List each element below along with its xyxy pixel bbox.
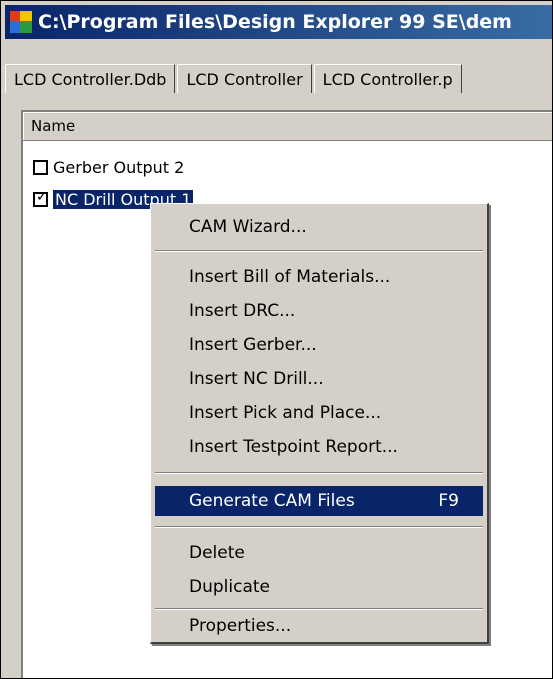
menu-item-insert-bom[interactable]: Insert Bill of Materials... xyxy=(155,262,483,292)
menu-item-label: Properties... xyxy=(189,616,292,636)
context-menu: CAM Wizard... Insert Bill of Materials..… xyxy=(150,203,489,644)
app-logo-icon xyxy=(10,11,32,33)
menu-item-cam-wizard[interactable]: CAM Wizard... xyxy=(155,212,483,242)
document-tabs: LCD Controller.Ddb LCD Controller LCD Co… xyxy=(5,64,550,94)
menu-item-label: Insert Testpoint Report... xyxy=(189,437,398,457)
menu-item-label: Insert NC Drill... xyxy=(189,369,324,389)
menu-item-insert-gerber[interactable]: Insert Gerber... xyxy=(155,330,483,360)
menu-item-insert-pick-and-place[interactable]: Insert Pick and Place... xyxy=(155,398,483,428)
title-bar[interactable]: C:\Program Files\Design Explorer 99 SE\d… xyxy=(5,5,552,39)
menu-item-insert-testpoint-report[interactable]: Insert Testpoint Report... xyxy=(155,432,483,462)
list-item-gerber-output[interactable]: Gerber Output 2 xyxy=(33,156,184,178)
menu-item-insert-nc-drill[interactable]: Insert NC Drill... xyxy=(155,364,483,394)
menu-item-shortcut: F9 xyxy=(438,491,459,511)
menu-item-label: Insert DRC... xyxy=(189,301,296,321)
menu-item-label: Insert Pick and Place... xyxy=(189,403,382,423)
list-item-label: Gerber Output 2 xyxy=(53,157,185,177)
menu-item-label: CAM Wizard... xyxy=(189,217,307,237)
name-column-header[interactable]: Name xyxy=(23,112,552,141)
menu-item-insert-drc[interactable]: Insert DRC... xyxy=(155,296,483,326)
menu-item-generate-cam-files[interactable]: Generate CAM Files F9 xyxy=(155,486,483,516)
tab-lcd-controller[interactable]: LCD Controller xyxy=(177,64,312,93)
tab-lcd-controller-ddb[interactable]: LCD Controller.Ddb xyxy=(5,64,176,93)
menu-item-duplicate[interactable]: Duplicate xyxy=(155,572,483,602)
menu-item-label: Insert Bill of Materials... xyxy=(189,267,391,287)
checkmark-icon: ✓ xyxy=(36,188,48,205)
item-checkbox-checked[interactable]: ✓ xyxy=(33,188,48,207)
menu-separator xyxy=(155,250,483,252)
menu-separator xyxy=(155,608,483,610)
app-window: C:\Program Files\Design Explorer 99 SE\d… xyxy=(0,0,553,679)
menu-item-label: Delete xyxy=(189,543,245,563)
menu-item-label: Duplicate xyxy=(189,577,270,597)
menu-item-label: Generate CAM Files xyxy=(189,491,355,511)
menu-separator xyxy=(155,526,483,528)
menu-item-label: Insert Gerber... xyxy=(189,335,317,355)
menu-item-properties[interactable]: Properties... xyxy=(155,614,483,638)
menu-separator xyxy=(155,472,483,474)
tab-lcd-controller-p[interactable]: LCD Controller.p xyxy=(313,64,462,93)
window-title: C:\Program Files\Design Explorer 99 SE\d… xyxy=(38,11,512,33)
item-checkbox[interactable] xyxy=(33,159,48,175)
menu-item-delete[interactable]: Delete xyxy=(155,538,483,568)
